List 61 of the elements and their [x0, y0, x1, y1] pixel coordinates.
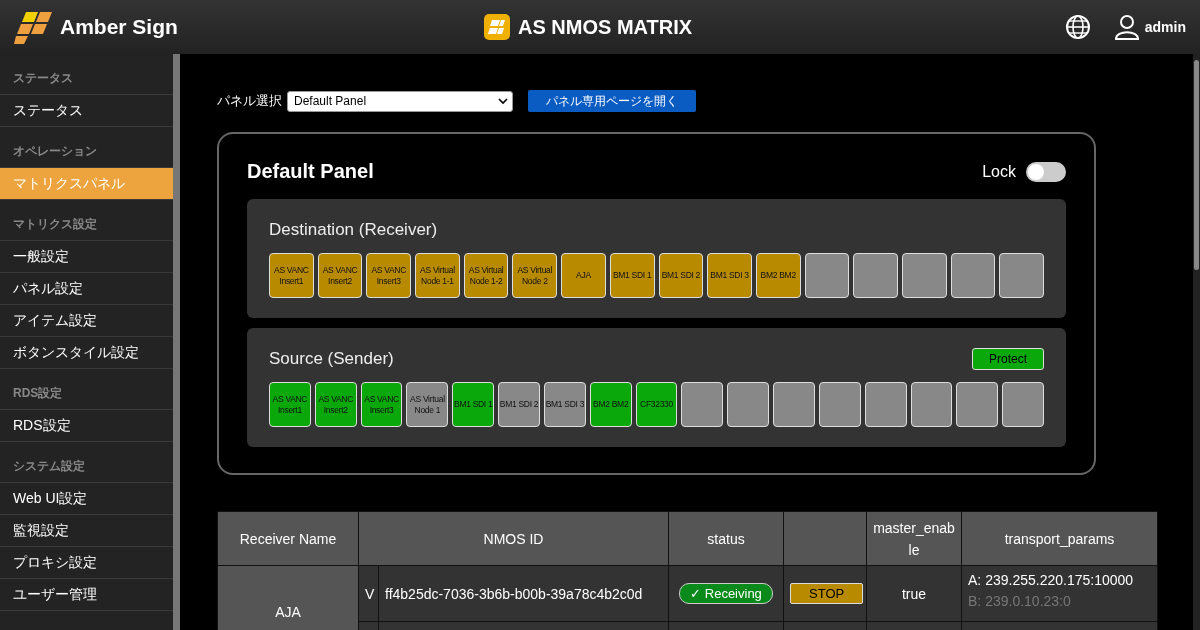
matrix-button[interactable]: AS VANC Insert3	[366, 253, 412, 298]
matrix-button[interactable]: AS VANC Insert2	[314, 382, 357, 427]
stop-button[interactable]: STOP	[790, 583, 864, 604]
app-title: AS NMOS MATRIX	[518, 15, 693, 39]
globe-icon[interactable]	[1064, 14, 1091, 40]
matrix-button[interactable]: BM2 BM2	[755, 253, 801, 298]
user-name[interactable]: admin	[1144, 19, 1186, 35]
matrix-button[interactable]: BM2 BM2	[589, 382, 632, 427]
column-header: transport_params	[961, 511, 1158, 566]
empty-matrix-button[interactable]	[956, 382, 999, 427]
column-header: NMOS ID	[358, 511, 669, 566]
empty-matrix-button[interactable]	[727, 382, 770, 427]
protect-button[interactable]: Protect	[972, 348, 1044, 370]
empty-matrix-button[interactable]	[681, 382, 724, 427]
matrix-button[interactable]: BM1 SDI 3	[543, 382, 586, 427]
section-title: Destination (Receiver)	[269, 220, 438, 240]
transport-param: B: 239.0.10.23:0	[968, 592, 1072, 611]
column-header: Receiver Name	[217, 511, 359, 566]
matrix-button[interactable]: BM1 SDI 1	[609, 253, 655, 298]
panel-dropdown[interactable]: Default Panel	[287, 90, 513, 112]
caret-icon	[498, 97, 508, 105]
matrix-button[interactable]: BM1 SDI 2	[498, 382, 540, 427]
page-scrollbar[interactable]	[1194, 60, 1199, 270]
matrix-button[interactable]: AS Virtual Node 1	[406, 382, 449, 427]
empty-matrix-button[interactable]	[950, 253, 996, 298]
matrix-button[interactable]: AS Virtual Node 2	[512, 253, 558, 298]
logo-text: Amber Sign	[60, 15, 178, 39]
column-header: master_enable	[866, 511, 962, 566]
panel-select-label: パネル選択	[217, 92, 282, 110]
lock-label: Lock	[982, 162, 1016, 181]
matrix-button[interactable]: AS Virtual Node 1-2	[463, 253, 509, 298]
nmos-id-cell: ff4b25dc-7036-3b6b-b00b-39a78c4b2c0d	[378, 565, 669, 622]
panel-title: Default Panel	[247, 160, 374, 183]
matrix-button[interactable]: CF32330	[635, 382, 678, 427]
matrix-button[interactable]: AS VANC Insert1	[269, 253, 314, 298]
lock-toggle[interactable]	[1026, 161, 1066, 182]
matrix-button[interactable]: AJA	[561, 253, 606, 298]
empty-matrix-button[interactable]	[910, 382, 953, 427]
matrix-button[interactable]: BM1 SDI 2	[658, 253, 704, 298]
empty-matrix-button[interactable]	[818, 382, 861, 427]
empty-matrix-button[interactable]	[901, 253, 947, 298]
app-icon	[484, 14, 510, 40]
matrix-button[interactable]: AS VANC Insert1	[269, 382, 311, 427]
receiver-name-cell: AJA	[217, 565, 359, 630]
transport-param: A: 239.255.220.175:10000	[968, 571, 1135, 590]
logo-icon	[14, 10, 54, 44]
matrix-button[interactable]: AS VANC Insert2	[317, 253, 363, 298]
open-panel-page-button[interactable]: パネル専用ページを開く	[528, 90, 696, 112]
status-badge: ✓ Receiving	[679, 583, 773, 604]
section-title: Source (Sender)	[269, 349, 394, 369]
matrix-button[interactable]: BM1 SDI 3	[707, 253, 752, 298]
sidebar-scrollbar[interactable]	[173, 54, 180, 630]
empty-matrix-button[interactable]	[804, 253, 850, 298]
empty-matrix-button[interactable]	[1002, 382, 1045, 427]
empty-matrix-button[interactable]	[864, 382, 907, 427]
master-enable-cell: true	[866, 565, 962, 622]
matrix-button[interactable]: BM1 SDI 1	[452, 382, 495, 427]
matrix-button[interactable]: AS VANC Insert3	[360, 382, 403, 427]
user-icon[interactable]	[1114, 14, 1139, 40]
column-header: status	[668, 511, 784, 566]
matrix-button[interactable]: AS Virtual Node 1-1	[415, 253, 460, 298]
